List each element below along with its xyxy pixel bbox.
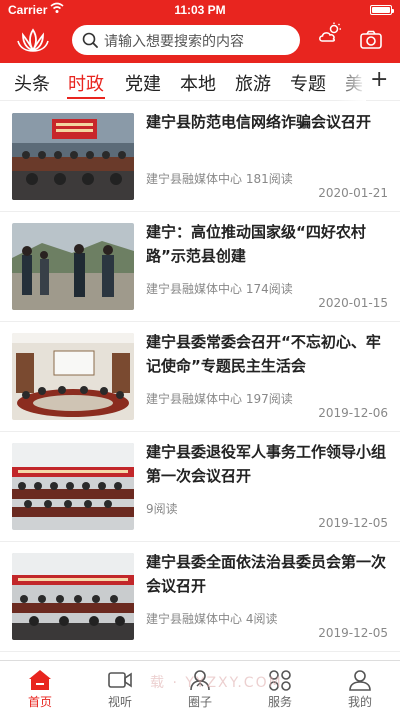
news-item[interactable]: 建宁县防范电信网络诈骗会议召开 建宁县融媒体中心 181阅读 2020-01-2…	[0, 102, 400, 212]
news-date: 2019-12-05	[318, 516, 388, 530]
battery-icon	[370, 5, 394, 15]
news-date: 2020-01-21	[318, 186, 388, 200]
active-tab-indicator	[67, 97, 105, 99]
video-icon	[108, 672, 132, 688]
news-thumbnail	[12, 443, 134, 530]
news-source: 9阅读	[146, 502, 178, 516]
bottom-tab-profile[interactable]: 我的	[320, 661, 400, 710]
add-tab-button[interactable]: +	[370, 67, 388, 92]
news-date: 2019-12-05	[318, 626, 388, 640]
bottom-tab-label: 我的	[347, 695, 372, 709]
news-title: 建宁县委全面依法治县委员会第一次会议召开	[146, 553, 387, 595]
tab-local[interactable]: 本地	[180, 70, 216, 96]
news-source: 建宁县融媒体中心 197阅读	[146, 392, 293, 406]
weather-cloud-icon[interactable]	[318, 22, 342, 44]
camera-icon[interactable]	[360, 30, 382, 50]
search-input[interactable]: 请输入想要搜索的内容	[72, 25, 300, 55]
bottom-tab-label: 圈子	[187, 695, 212, 709]
app-header: Carrier 11:03 PM 请输入想要搜索的内容	[0, 0, 400, 63]
tab-party-building[interactable]: 党建	[125, 70, 161, 96]
bottom-tab-home[interactable]: 首页	[0, 661, 80, 710]
news-thumbnail	[12, 223, 134, 310]
search-icon	[82, 32, 98, 48]
news-source: 建宁县融媒体中心 181阅读	[146, 172, 293, 186]
news-item[interactable]: 建宁：高位推动国家级“四好农村路”示范县创建 建宁县融媒体中心 174阅读 20…	[0, 212, 400, 322]
category-tabs: 头条 时政 党建 本地 旅游 专题 美 +	[0, 63, 400, 101]
home-icon	[29, 670, 51, 690]
tab-headlines[interactable]: 头条	[14, 70, 50, 96]
tabs-fade	[336, 63, 366, 101]
news-date: 2019-12-06	[318, 406, 388, 420]
news-title: 建宁县防范电信网络诈骗会议召开	[146, 113, 372, 131]
news-thumbnail	[12, 113, 134, 200]
bottom-tab-label: 视听	[107, 695, 132, 709]
status-time: 11:03 PM	[174, 3, 226, 17]
news-item[interactable]: 建宁县委全面依法治县委员会第一次会议召开 建宁县融媒体中心 4阅读 2019-1…	[0, 542, 400, 652]
tab-politics[interactable]: 时政	[68, 70, 104, 96]
news-date: 2020-01-15	[318, 296, 388, 310]
news-thumbnail	[12, 333, 134, 420]
status-bar: Carrier 11:03 PM	[0, 0, 400, 20]
news-item[interactable]: 建宁县委常委会召开“不忘初心、牢记使命”专题民主生活会 建宁县融媒体中心 197…	[0, 322, 400, 432]
tab-topics[interactable]: 专题	[290, 70, 326, 96]
news-title: 建宁县委退役军人事务工作领导小组第一次会议召开	[146, 443, 387, 485]
search-placeholder: 请输入想要搜索的内容	[104, 34, 244, 50]
news-source: 建宁县融媒体中心 4阅读	[146, 612, 278, 626]
news-thumbnail	[12, 553, 134, 640]
lotus-logo-icon[interactable]	[16, 26, 50, 56]
tab-travel[interactable]: 旅游	[235, 70, 271, 96]
bottom-tab-label: 首页	[27, 695, 52, 709]
news-source: 建宁县融媒体中心 174阅读	[146, 282, 293, 296]
bottom-tab-label: 服务	[267, 695, 292, 709]
news-title: 建宁县委常委会召开“不忘初心、牢记使命”专题民主生活会	[146, 333, 381, 375]
news-item[interactable]: 建宁县委退役军人事务工作领导小组第一次会议召开 9阅读 2019-12-05	[0, 432, 400, 542]
bottom-tab-video[interactable]: 视听	[80, 661, 160, 710]
watermark: 载 · YYZXY.COM	[150, 675, 283, 691]
profile-icon	[349, 670, 371, 691]
news-title: 建宁：高位推动国家级“四好农村路”示范县创建	[146, 223, 366, 265]
